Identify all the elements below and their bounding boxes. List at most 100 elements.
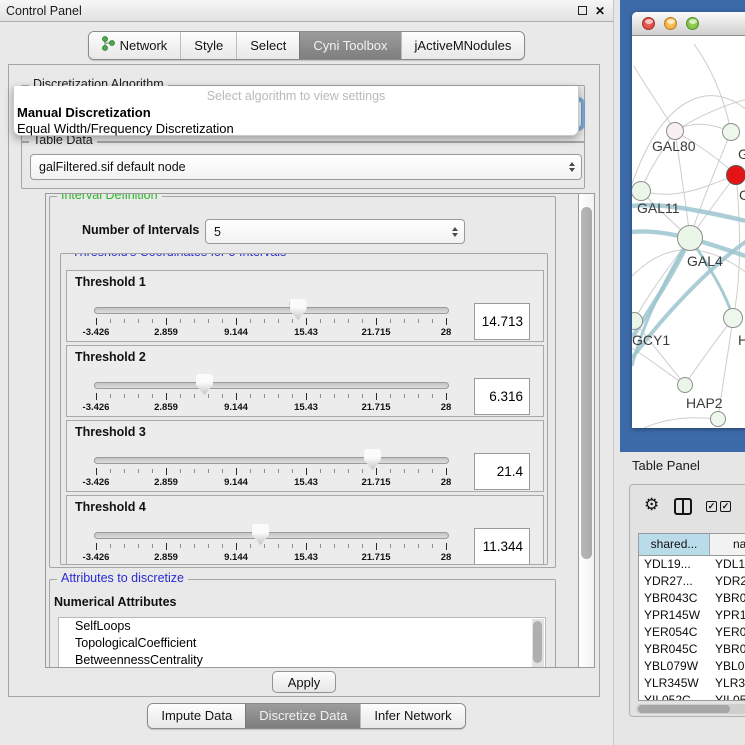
close-traffic-light-button[interactable]	[642, 17, 655, 30]
attribute-item-selfloops[interactable]: SelfLoops	[59, 618, 545, 635]
table-row[interactable]: YBR043CYBR043C	[639, 590, 745, 607]
threshold-slider-track[interactable]	[94, 532, 449, 539]
table-row[interactable]: YLR345WYLR345W	[639, 675, 745, 692]
slider-tick	[390, 544, 391, 548]
network-window-titlebar	[632, 12, 745, 36]
column-header-shared[interactable]: shared...	[639, 534, 710, 555]
bottom-tab-discretize-data[interactable]: Discretize Data	[245, 704, 360, 728]
network-node-gal4[interactable]	[677, 225, 703, 251]
threshold-slider-track[interactable]	[94, 457, 449, 464]
network-node-g[interactable]	[722, 123, 740, 141]
slider-tick	[236, 318, 237, 325]
slider-tick	[306, 318, 307, 325]
threshold-label: Threshold 1	[75, 275, 146, 289]
checkbox-checked-icon[interactable]: ✓	[706, 501, 717, 512]
top-tab-style[interactable]: Style	[180, 32, 236, 59]
table-row[interactable]: YDR27...YDR27...	[639, 573, 745, 590]
numerical-attributes-list[interactable]: SelfLoopsTopologicalCoefficientBetweenne…	[58, 617, 546, 668]
table-horizontal-scrollbar[interactable]	[636, 704, 745, 714]
slider-tick-label: 21.715	[356, 327, 396, 338]
slider-tick	[208, 319, 209, 323]
slider-tick	[348, 469, 349, 473]
slider-tick	[236, 543, 237, 550]
slider-tick	[208, 469, 209, 473]
threshold-slider-thumb[interactable]	[196, 374, 213, 395]
apply-button[interactable]: Apply	[272, 671, 336, 693]
close-panel-button[interactable]: ✕	[593, 4, 607, 18]
threshold-slider-track[interactable]	[94, 382, 449, 389]
table-data-combobox[interactable]: galFiltered.sif default node	[30, 154, 582, 180]
slider-tick	[320, 394, 321, 398]
bottom-tab-infer-network[interactable]: Infer Network	[360, 704, 464, 728]
combo-stepper-icon	[569, 162, 575, 172]
network-tab-icon	[102, 36, 115, 54]
slider-tick	[446, 318, 447, 325]
attribute-item-topologicalcoefficient[interactable]: TopologicalCoefficient	[59, 635, 545, 652]
scrollbar-thumb[interactable]	[581, 207, 592, 559]
threshold-value-input[interactable]: 6.316	[474, 378, 530, 415]
table-row[interactable]: YER054CYER054C	[639, 624, 745, 641]
slider-tick	[124, 319, 125, 323]
attribute-item-betweennesscentrality[interactable]: BetweennessCentrality	[59, 652, 545, 668]
table-row[interactable]: YDL19...YDL19...	[639, 556, 745, 573]
threshold-slider-track[interactable]	[94, 307, 449, 314]
table-row[interactable]: YBL079WYBL079W	[639, 658, 745, 675]
top-tab-label: Select	[250, 38, 286, 53]
table-row[interactable]: YPR145WYPR145W	[639, 607, 745, 624]
slider-tick-label: 21.715	[356, 552, 396, 563]
slider-tick	[404, 544, 405, 548]
settings-vertical-scrollbar[interactable]	[579, 193, 595, 668]
network-node-c[interactable]	[726, 165, 745, 185]
network-node-h[interactable]	[723, 308, 743, 328]
threshold-slider-thumb[interactable]	[364, 449, 381, 470]
gear-icon[interactable]: ⚙	[644, 495, 659, 515]
scrollbar-thumb[interactable]	[638, 705, 730, 713]
slider-tick-label: 9.144	[216, 552, 256, 563]
network-view[interactable]: GAL80GCGAL11GAL4GCY1HHAP2	[632, 36, 745, 428]
slider-tick	[264, 544, 265, 548]
table-row[interactable]: YIL052CYIL052C	[639, 692, 745, 700]
checkbox-checked-icon[interactable]: ✓	[720, 501, 731, 512]
float-window-button[interactable]	[575, 4, 589, 18]
table-cell: YDR27...	[639, 573, 710, 590]
slider-tick	[334, 544, 335, 548]
node-table: shared...name YDL19...YDL19...YDR27...YD…	[638, 533, 745, 701]
slider-tick	[376, 468, 377, 475]
attributes-group: Attributes to discretize Numerical Attri…	[49, 579, 556, 668]
slider-tick-label: 21.715	[356, 477, 396, 488]
top-tab-cyni-toolbox[interactable]: Cyni Toolbox	[299, 32, 400, 59]
attributes-scrollbar[interactable]	[532, 619, 544, 668]
network-node-gal11[interactable]	[632, 181, 651, 201]
slider-tick-label: 9.144	[216, 477, 256, 488]
threshold-slider-thumb[interactable]	[252, 524, 269, 545]
threshold-value-input[interactable]: 11.344	[474, 528, 530, 565]
network-node[interactable]	[710, 411, 726, 427]
slider-tick	[418, 544, 419, 548]
table-cell: YDR27...	[710, 573, 745, 590]
zoom-traffic-light-button[interactable]	[686, 17, 699, 30]
control-panel-titlebar: Control Panel ✕	[0, 0, 613, 22]
table-row[interactable]: YBR045CYBR045C	[639, 641, 745, 658]
slider-tick	[264, 469, 265, 473]
top-tab-label: jActiveMNodules	[415, 38, 512, 53]
top-tab-select[interactable]: Select	[236, 32, 299, 59]
threshold-value-input[interactable]: 21.4	[474, 453, 530, 490]
number-of-intervals-combobox[interactable]: 5	[205, 219, 465, 244]
network-node-hap2[interactable]	[677, 377, 693, 393]
threshold-value-input[interactable]: 14.713	[474, 303, 530, 340]
threshold-slider-thumb[interactable]	[290, 299, 307, 320]
bottom-tab-impute-data[interactable]: Impute Data	[148, 704, 245, 728]
column-header-name[interactable]: name	[710, 534, 745, 555]
slider-tick	[222, 469, 223, 473]
split-columns-icon[interactable]	[674, 498, 692, 515]
slider-tick	[194, 394, 195, 398]
scrollbar-thumb[interactable]	[533, 621, 542, 663]
slider-tick	[208, 544, 209, 548]
slider-tick	[166, 393, 167, 400]
top-tab-network[interactable]: Network	[89, 32, 181, 59]
algorithm-option-equal-width-frequency-discretization[interactable]: Equal Width/Frequency Discretization	[17, 121, 570, 137]
top-tab-jactivemnodules[interactable]: jActiveMNodules	[401, 32, 525, 59]
slider-tick	[320, 469, 321, 473]
algorithm-option-manual-discretization[interactable]: Manual Discretization	[17, 105, 570, 121]
minimize-traffic-light-button[interactable]	[664, 17, 677, 30]
